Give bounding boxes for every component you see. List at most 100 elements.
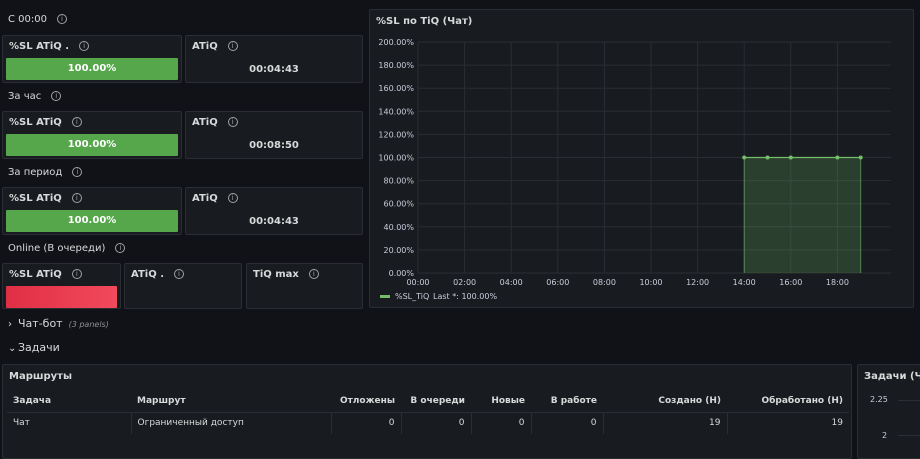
chevron-right-icon: › (8, 319, 12, 330)
panel-title: %SL ATiQ (9, 117, 62, 128)
x-tick-label: 00:00 (406, 278, 429, 287)
atiq-panel-last-hour: ATiQ i 00:08:50 (185, 111, 363, 159)
panel-title: %SL ATiQ (9, 193, 62, 204)
x-tick-label: 04:00 (500, 278, 523, 287)
panel-title: TiQ max (253, 269, 299, 280)
routes-panel: Маршруты Задача Маршрут Отложены В очере… (2, 364, 852, 459)
x-tick-label: 06:00 (546, 278, 569, 287)
x-tick-label: 12:00 (686, 278, 709, 287)
col-header[interactable]: Задача (7, 390, 131, 413)
col-header[interactable]: Маршрут (131, 390, 331, 413)
sl-atiq-panel-online: %SL ATiQ i (2, 263, 121, 309)
y-tick-label: 180.00% (378, 61, 414, 70)
tasks-chat-panel: Задачи (Чат 2.25 2 (857, 364, 920, 459)
panel-title: ATiQ (192, 41, 218, 52)
x-tick-label: 10:00 (639, 278, 662, 287)
chevron-down-icon: ⌄ (8, 343, 17, 354)
info-icon[interactable]: i (79, 41, 90, 51)
data-point (835, 155, 840, 160)
info-icon[interactable]: i (71, 117, 82, 127)
col-header[interactable]: В очереди (401, 390, 471, 413)
data-point (742, 155, 747, 160)
col-header[interactable]: Отложены (331, 390, 401, 413)
y-tick-label: 200.00% (378, 38, 414, 47)
y-tick-label: 120.00% (378, 130, 414, 139)
group-label-period: За период i (8, 167, 83, 178)
info-icon[interactable]: i (72, 167, 83, 177)
sl-gauge-bar-empty (6, 286, 117, 308)
grid-line (898, 400, 920, 401)
info-icon[interactable]: i (71, 193, 82, 203)
atiq-panel-period: ATiQ i 00:04:43 (185, 187, 363, 235)
x-tick-label: 02:00 (453, 278, 476, 287)
atiq-panel-online: ATiQ . i (124, 263, 242, 309)
x-tick-label: 14:00 (733, 278, 756, 287)
col-header[interactable]: Новые (471, 390, 531, 413)
info-icon[interactable]: i (115, 243, 126, 253)
tasks-y-tick: 2.25 (870, 395, 888, 404)
info-icon[interactable]: i (308, 269, 319, 279)
y-tick-label: 0.00% (389, 269, 415, 278)
info-icon[interactable]: i (227, 41, 238, 51)
table-cell: 19 (831, 418, 843, 429)
panel-title: ATiQ . (131, 269, 164, 280)
sl-tiq-chart: 0.00% 20.00% 40.00% 60.00% 80.00% 100.00% 120.… (378, 38, 891, 301)
atiq-value: 00:04:43 (249, 216, 299, 227)
info-icon[interactable]: i (227, 117, 238, 127)
tasks-panel-title: Задачи (Чат (864, 371, 920, 382)
y-tick-label: 140.00% (378, 107, 414, 116)
y-tick-label: 80.00% (383, 177, 414, 186)
table-cell: 19 (603, 412, 728, 434)
info-icon[interactable]: i (56, 14, 67, 24)
sl-tiq-chart-panel: %SL по TiQ (Чат) 0.00% 20.00% 40.00% 60.00%… (369, 9, 914, 308)
table-cell: Ограниченный доступ (131, 412, 332, 434)
sl-atiq-panel-last-hour: %SL ATiQ i 100.00% (2, 111, 182, 159)
legend-calc: Last *: 100.00% (433, 292, 497, 301)
legend-label: %SL_TiQ (395, 292, 429, 301)
y-tick-label: 160.00% (378, 84, 414, 93)
atiq-value: 00:04:43 (249, 64, 299, 75)
grid-line (898, 435, 920, 436)
panel-title: ATiQ (192, 117, 218, 128)
col-header[interactable]: Создано (Н) (603, 390, 727, 413)
table-cell: 0 (471, 412, 532, 434)
group-label-since-midnight: С 00:00 i (8, 14, 67, 25)
table-cell: 0 (331, 412, 402, 434)
x-tick-label: 16:00 (779, 278, 802, 287)
info-icon[interactable]: i (51, 91, 62, 101)
routes-table: Задача Маршрут Отложены В очереди Новые … (7, 390, 849, 434)
col-header[interactable]: В работе (531, 390, 603, 413)
panel-title: ATiQ (192, 193, 218, 204)
sl-atiq-panel-period: %SL ATiQ i 100.00% (2, 187, 182, 235)
y-tick-label: 100.00% (378, 154, 414, 163)
section-tasks[interactable]: ⌄ Задачи (0, 340, 920, 358)
group-label-online: Online (В очереди) i (8, 243, 126, 254)
tiq-max-panel-online: TiQ max i (246, 263, 363, 309)
x-tick-label: 18:00 (826, 278, 849, 287)
y-tick-label: 20.00% (383, 246, 414, 255)
section-chatbot[interactable]: › Чат-бот (3 panels) (0, 316, 920, 334)
data-point (788, 155, 793, 160)
y-tick-label: 60.00% (383, 200, 414, 209)
group-label-last-hour: За час i (8, 91, 62, 102)
atiq-value: 00:08:50 (249, 140, 299, 151)
sl-gauge-bar: 100.00% (6, 210, 178, 232)
panel-title: %SL ATiQ (9, 269, 62, 280)
y-tick-label: 40.00% (383, 223, 414, 232)
info-icon[interactable]: i (71, 269, 82, 279)
info-icon[interactable]: i (227, 193, 238, 203)
sl-atiq-panel-since-midnight: %SL ATiQ . i 100.00% (2, 35, 182, 83)
info-icon[interactable]: i (174, 269, 184, 279)
sl-gauge-bar: 100.00% (6, 134, 178, 156)
legend-swatch (380, 295, 390, 298)
table-cell: 0 (531, 412, 604, 434)
data-point (765, 155, 770, 160)
sl-gauge-bar: 100.00% (6, 58, 178, 80)
tasks-y-tick: 2 (882, 431, 888, 440)
col-header[interactable]: Обработано (Н) (727, 390, 849, 413)
routes-title: Маршруты (9, 371, 72, 382)
x-tick-label: 08:00 (593, 278, 616, 287)
panel-title: %SL ATiQ . (9, 41, 70, 52)
series-area-sl-tiq (744, 157, 861, 273)
table-cell: 0 (401, 412, 472, 434)
